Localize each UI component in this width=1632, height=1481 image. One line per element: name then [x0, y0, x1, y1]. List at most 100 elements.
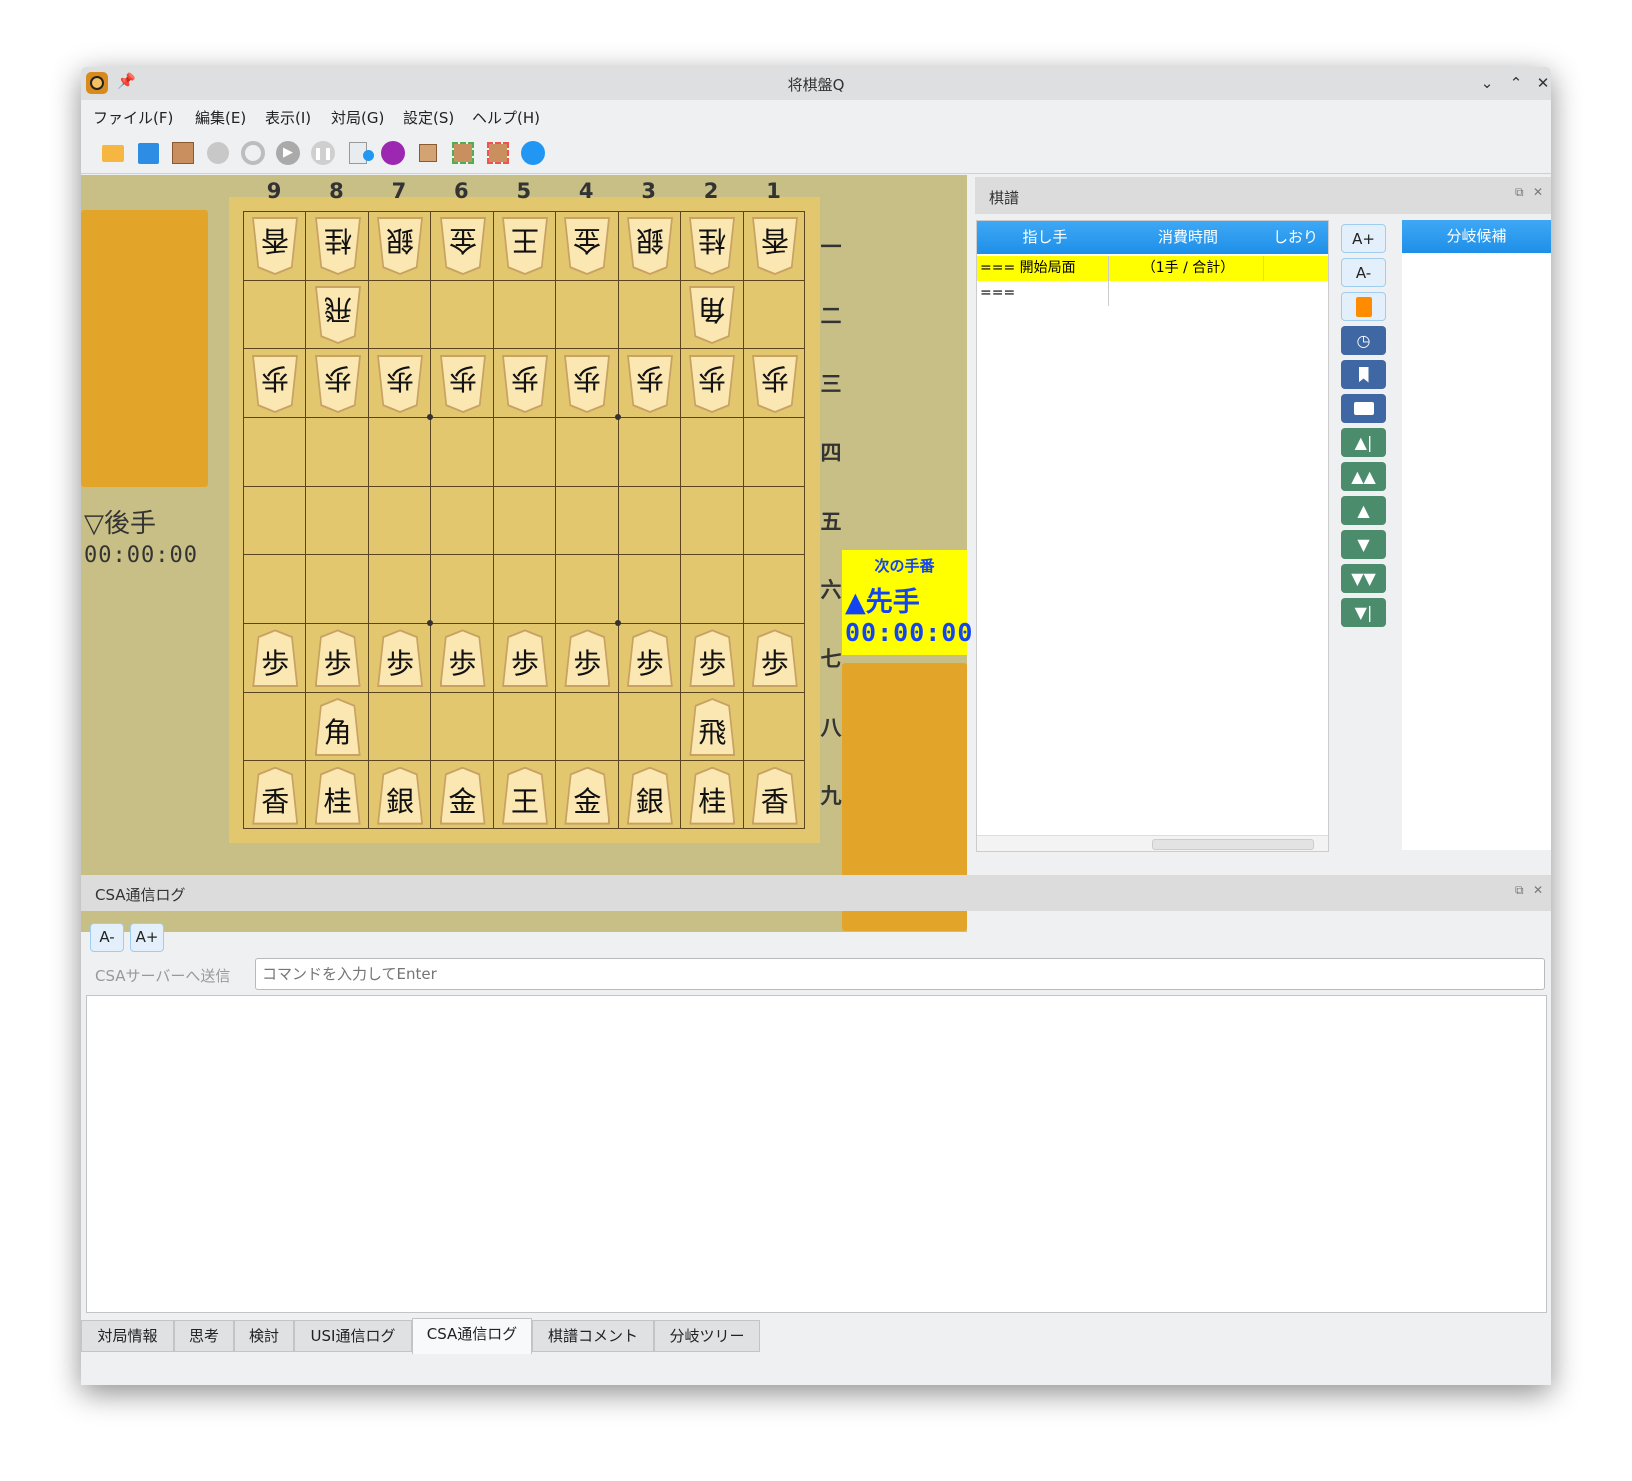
sente-piece[interactable]: 香: [751, 766, 798, 825]
float-dock-icon[interactable]: ⧉: [1515, 883, 1524, 898]
menu-game[interactable]: 対局(G): [331, 107, 384, 128]
gote-piece[interactable]: 銀: [377, 217, 423, 275]
sente-piece[interactable]: 歩: [689, 629, 736, 688]
sente-piece[interactable]: 桂: [314, 766, 361, 825]
gote-piece[interactable]: 歩: [502, 355, 548, 413]
menu-settings[interactable]: 設定(S): [403, 107, 454, 128]
pause-icon[interactable]: ❚❚: [309, 139, 337, 167]
open-file-icon[interactable]: [99, 139, 127, 167]
gote-piece[interactable]: 歩: [440, 355, 486, 413]
board-icon[interactable]: [169, 139, 197, 167]
sente-piece[interactable]: 飛: [689, 698, 736, 756]
menu-edit[interactable]: 編集(E): [195, 107, 246, 128]
column-header-time[interactable]: 消費時間: [1113, 221, 1263, 254]
sente-piece[interactable]: 金: [564, 766, 611, 825]
play-icon[interactable]: ▶: [274, 139, 302, 167]
table-row[interactable]: === 開始局面 === （1手 / 合計）: [977, 256, 1328, 306]
sente-piece[interactable]: 歩: [564, 629, 611, 688]
bookmark-button[interactable]: [1341, 360, 1386, 389]
stop-icon[interactable]: [239, 139, 267, 167]
save-icon[interactable]: [134, 139, 162, 167]
minimize-button[interactable]: ⌄: [1476, 72, 1498, 94]
font-increase-button[interactable]: A+: [1341, 224, 1386, 253]
csa-font-decrease-button[interactable]: A-: [90, 923, 124, 952]
sente-piece[interactable]: 金: [439, 766, 486, 825]
shrink-board-icon[interactable]: [484, 139, 512, 167]
tab-5[interactable]: 棋譜コメント: [532, 1320, 654, 1352]
gote-piece[interactable]: 金: [564, 217, 610, 275]
gote-piece[interactable]: 歩: [315, 355, 361, 413]
clock-button[interactable]: ◷: [1341, 326, 1386, 355]
resize-board-icon[interactable]: [414, 139, 442, 167]
gote-piece[interactable]: 桂: [315, 217, 361, 275]
branch-candidates-list[interactable]: 分岐候補: [1402, 220, 1551, 850]
sente-piece[interactable]: 歩: [626, 629, 673, 688]
horizontal-scrollbar[interactable]: [977, 835, 1328, 851]
tab-0[interactable]: 対局情報: [81, 1320, 174, 1352]
gote-piece[interactable]: 角: [689, 286, 735, 344]
sente-piece[interactable]: 角: [314, 698, 361, 756]
csa-command-input[interactable]: [255, 958, 1545, 990]
gote-piece-stand[interactable]: [81, 210, 208, 487]
gote-piece[interactable]: 王: [502, 217, 548, 275]
resign-icon[interactable]: [204, 139, 232, 167]
next-move-button[interactable]: ▼: [1341, 530, 1386, 559]
tab-2[interactable]: 検討: [234, 1320, 294, 1352]
scrollbar-thumb[interactable]: [1152, 839, 1314, 850]
sente-piece[interactable]: 銀: [377, 766, 424, 825]
menu-view[interactable]: 表示(I): [265, 107, 311, 128]
csa-font-increase-button[interactable]: A+: [130, 923, 164, 952]
gote-piece[interactable]: 桂: [689, 217, 735, 275]
comment-button[interactable]: [1341, 394, 1386, 423]
gote-piece[interactable]: 歩: [252, 355, 298, 413]
close-button[interactable]: ✕: [1532, 72, 1551, 94]
forward-ten-button[interactable]: ▼▼: [1341, 564, 1386, 593]
close-dock-icon[interactable]: ✕: [1533, 883, 1543, 897]
sente-piece[interactable]: 歩: [252, 629, 299, 688]
tab-4[interactable]: CSA通信ログ: [412, 1318, 532, 1354]
gote-piece[interactable]: 歩: [752, 355, 798, 413]
gote-piece[interactable]: 香: [252, 217, 298, 275]
menu-help[interactable]: ヘルプ(H): [472, 107, 540, 128]
gote-piece[interactable]: 歩: [377, 355, 423, 413]
csa-log-area[interactable]: [86, 995, 1547, 1313]
back-ten-button[interactable]: ▲▲: [1341, 462, 1386, 491]
bookmark-list-button[interactable]: [1341, 292, 1386, 321]
sente-piece[interactable]: 歩: [751, 629, 798, 688]
file-label: 6: [454, 179, 469, 203]
engine-icon[interactable]: [379, 139, 407, 167]
sente-piece[interactable]: 桂: [689, 766, 736, 825]
piece-label: 王: [504, 219, 546, 273]
kifu-time-icon[interactable]: [344, 139, 374, 167]
gote-piece[interactable]: 歩: [689, 355, 735, 413]
sente-piece[interactable]: 歩: [439, 629, 486, 688]
previous-move-button[interactable]: ▲: [1341, 496, 1386, 525]
gote-piece[interactable]: 歩: [564, 355, 610, 413]
sente-piece[interactable]: 香: [252, 766, 299, 825]
menu-file[interactable]: ファイル(F): [93, 107, 173, 128]
gote-piece[interactable]: 香: [752, 217, 798, 275]
tab-1[interactable]: 思考: [174, 1320, 234, 1352]
font-decrease-button[interactable]: A-: [1341, 258, 1386, 287]
float-dock-icon[interactable]: ⧉: [1515, 185, 1524, 200]
gote-piece[interactable]: 歩: [627, 355, 673, 413]
close-dock-icon[interactable]: ✕: [1533, 185, 1543, 199]
flip-board-icon[interactable]: [519, 139, 547, 167]
tab-6[interactable]: 分岐ツリー: [654, 1320, 760, 1352]
tab-3[interactable]: USI通信ログ: [294, 1320, 412, 1352]
board-grid[interactable]: 香桂銀金王金銀桂香飛角歩歩歩歩歩歩歩歩歩歩歩歩歩歩歩歩歩歩角飛香桂銀金王金銀桂香: [243, 211, 805, 829]
sente-piece[interactable]: 歩: [502, 629, 548, 688]
gote-piece[interactable]: 銀: [627, 217, 673, 275]
sente-piece[interactable]: 王: [502, 766, 548, 825]
gote-piece[interactable]: 飛: [315, 286, 361, 344]
first-move-button[interactable]: ▲|: [1341, 428, 1386, 457]
gote-piece[interactable]: 金: [440, 217, 486, 275]
maximize-button[interactable]: ⌃: [1505, 72, 1527, 94]
sente-piece[interactable]: 歩: [314, 629, 361, 688]
enlarge-board-icon[interactable]: [449, 139, 477, 167]
sente-piece[interactable]: 歩: [377, 629, 424, 688]
column-header-move[interactable]: 指し手: [977, 221, 1113, 254]
sente-piece[interactable]: 銀: [626, 766, 673, 825]
last-move-button[interactable]: ▼|: [1341, 598, 1386, 627]
column-header-bookmark[interactable]: しおり: [1263, 221, 1328, 254]
